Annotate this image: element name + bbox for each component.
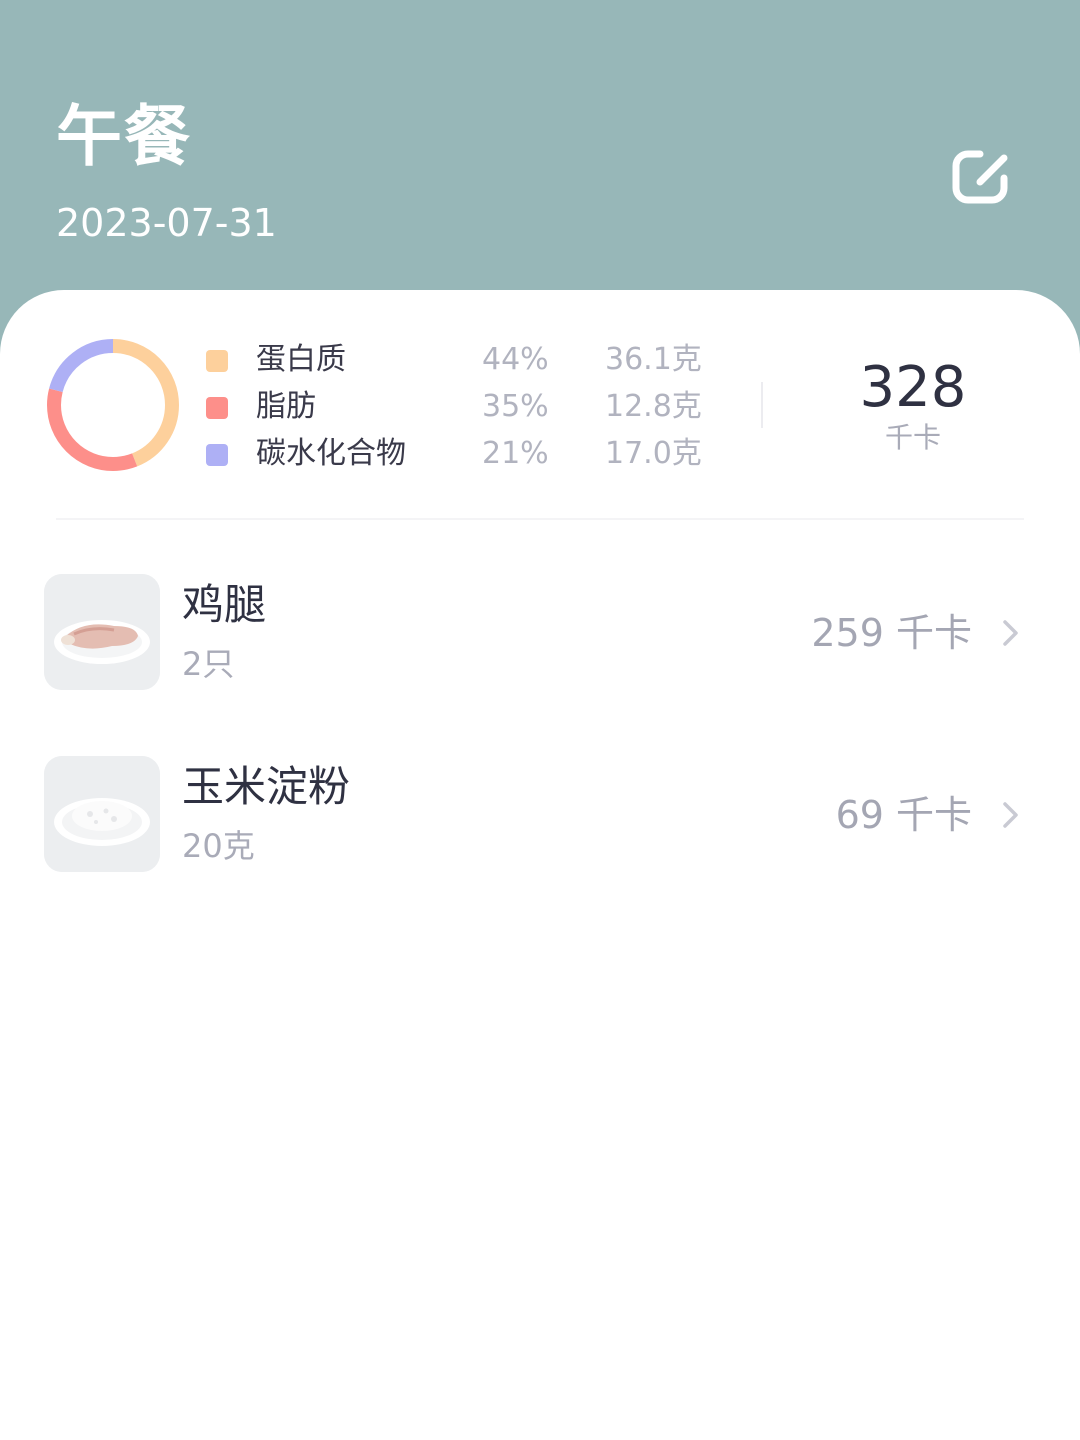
meal-date: 2023-07-31 (56, 201, 277, 245)
corn-starch-icon (44, 756, 160, 872)
chicken-leg-icon (44, 574, 160, 690)
macro-row-fat: 脂肪 35% 12.8克 (0, 383, 720, 429)
divider (56, 518, 1024, 520)
food-quantity: 20克 (182, 827, 255, 865)
food-calories: 259 千卡 (811, 611, 972, 655)
header: 午餐 2023-07-31 (0, 0, 1080, 300)
meal-card: 蛋白质 44% 36.1克 脂肪 35% 12.8克 碳水化合物 21% 17.… (0, 290, 1080, 1440)
nutrition-summary: 蛋白质 44% 36.1克 脂肪 35% 12.8克 碳水化合物 21% 17.… (0, 290, 1080, 518)
chevron-right-icon (1003, 620, 1018, 646)
macro-grams: 36.1克 (605, 342, 702, 377)
food-item-chicken-leg[interactable]: 鸡腿 2只 259 千卡 (0, 574, 1080, 692)
total-calories: 328 (859, 355, 967, 420)
page-title: 午餐 (56, 98, 192, 175)
food-item-corn-starch[interactable]: 玉米淀粉 20克 69 千卡 (0, 756, 1080, 874)
macro-percent: 35% (482, 389, 549, 424)
divider (761, 382, 763, 428)
macro-percent: 44% (482, 342, 549, 377)
food-name: 鸡腿 (182, 580, 267, 629)
food-quantity: 2只 (182, 645, 235, 683)
food-image (44, 756, 160, 872)
fat-color-dot (206, 397, 228, 419)
protein-color-dot (206, 350, 228, 372)
carbs-color-dot (206, 444, 228, 466)
total-calories-unit: 千卡 (884, 421, 941, 454)
food-image (44, 574, 160, 690)
macro-name: 蛋白质 (256, 342, 346, 377)
macro-grams: 12.8克 (605, 389, 702, 424)
macro-name: 碳水化合物 (256, 436, 406, 471)
food-calories: 69 千卡 (835, 793, 972, 837)
edit-icon (952, 150, 1008, 204)
macro-percent: 21% (482, 436, 549, 471)
macro-row-carbs: 碳水化合物 21% 17.0克 (0, 430, 720, 476)
macro-row-protein: 蛋白质 44% 36.1克 (0, 336, 720, 382)
macro-grams: 17.0克 (605, 436, 702, 471)
macro-name: 脂肪 (256, 389, 316, 424)
food-name: 玉米淀粉 (182, 762, 351, 811)
edit-button[interactable] (946, 144, 1016, 210)
chevron-right-icon (1003, 802, 1018, 828)
